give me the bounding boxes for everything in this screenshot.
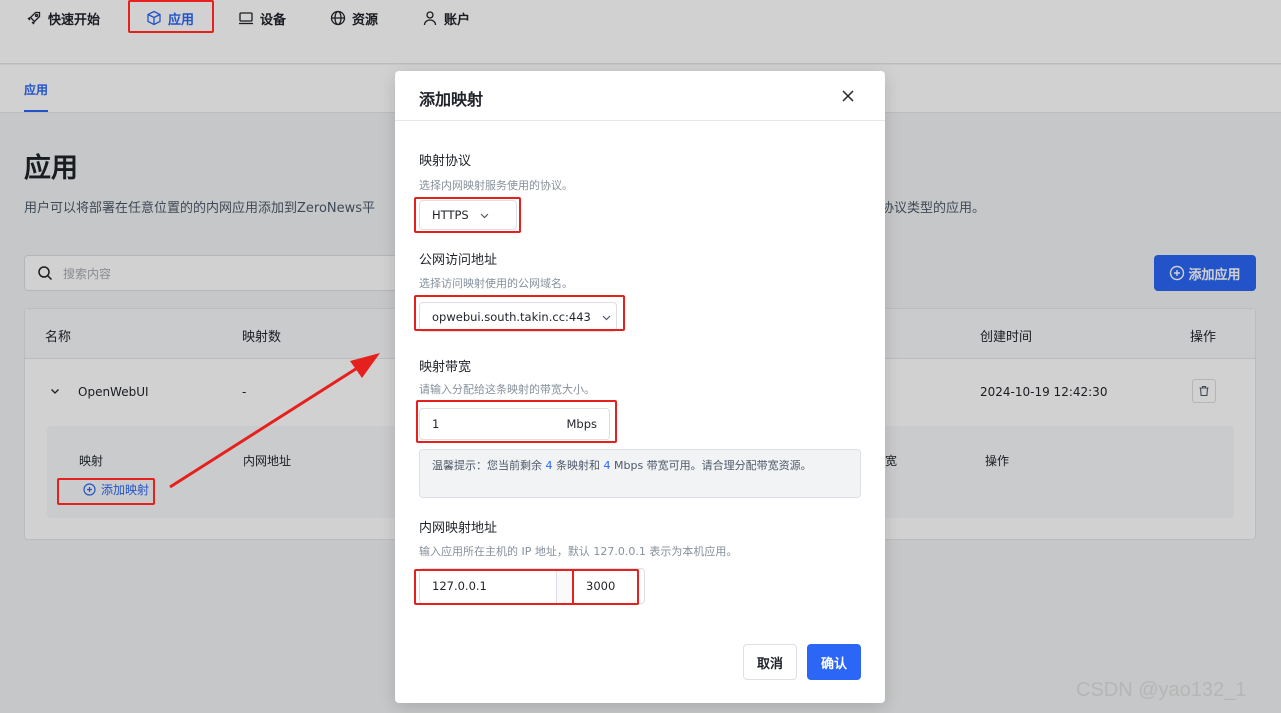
highlight-public-address: [414, 295, 625, 331]
watermark: CSDN @yao132_1: [1076, 679, 1247, 701]
protocol-hint: 选择内网映射服务使用的协议。: [419, 179, 573, 192]
dialog-header: 添加映射: [395, 71, 885, 121]
highlight-add-mapping: [57, 478, 155, 505]
internal-address-label: 内网映射地址: [419, 521, 498, 536]
dialog-title: 添加映射: [419, 90, 484, 109]
highlight-port: [572, 569, 639, 605]
tip-suffix: Mbps 带宽可用。请合理分配带宽资源。: [614, 459, 812, 472]
highlight-protocol: [414, 197, 521, 233]
bandwidth-label: 映射带宽: [419, 360, 472, 375]
internal-address-hint: 输入应用所在主机的 IP 地址，默认 127.0.0.1 表示为本机应用。: [419, 545, 738, 558]
tip-mapping-count: 4: [545, 459, 553, 472]
bandwidth-hint: 请输入分配给这条映射的带宽大小。: [419, 383, 595, 396]
public-address-hint: 选择访问映射使用的公网域名。: [419, 277, 573, 290]
highlight-bandwidth: [416, 400, 617, 443]
highlight-nav-apps: [128, 0, 214, 33]
close-icon[interactable]: [839, 87, 857, 105]
public-address-label: 公网访问地址: [419, 253, 498, 268]
tip-bandwidth-count: 4: [603, 459, 611, 472]
confirm-button[interactable]: 确认: [807, 644, 861, 680]
quota-tip: 温馨提示：您当前剩余 4 条映射和 4 Mbps 带宽可用。请合理分配带宽资源。: [419, 449, 861, 498]
protocol-label: 映射协议: [419, 154, 472, 169]
cancel-button[interactable]: 取消: [743, 644, 797, 680]
tip-prefix: 温馨提示：您当前剩余: [432, 459, 542, 472]
tip-middle: 条映射和: [556, 459, 600, 472]
add-mapping-dialog: 添加映射 映射协议 选择内网映射服务使用的协议。 HTTPS 公网访问地址 选择…: [395, 71, 885, 703]
